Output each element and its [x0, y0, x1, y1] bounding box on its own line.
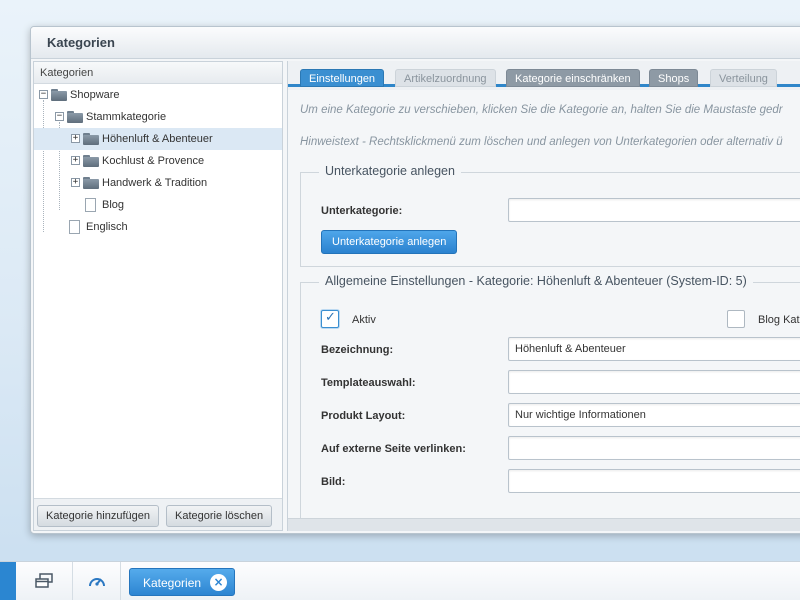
tree-item-label: Stammkategorie — [86, 111, 167, 123]
folder-icon — [83, 155, 99, 167]
taskbar-separator — [120, 562, 121, 600]
taskbar-separator — [72, 562, 73, 600]
delete-category-button[interactable]: Kategorie löschen — [166, 505, 273, 527]
tree-item-label: Handwerk & Tradition — [102, 177, 208, 189]
aktiv-checkbox[interactable]: ✓ — [321, 310, 339, 328]
taskbar: Kategorien × — [0, 561, 800, 600]
tree-item-hoehenluft[interactable]: + Höhenluft & Abenteuer — [34, 128, 282, 150]
bezeichnung-label: Bezeichnung: — [321, 344, 394, 356]
folder-icon — [67, 111, 83, 123]
subcategory-fieldset: Unterkategorie anlegen Unterkategorie: U… — [300, 164, 800, 267]
aktiv-label: Aktiv — [352, 314, 376, 326]
general-settings-legend: Allgemeine Einstellungen - Kategorie: Hö… — [319, 274, 753, 288]
settings-content[interactable]: Um eine Kategorie zu verschieben, klicke… — [288, 90, 800, 518]
template-label: Templateauswahl: — [321, 377, 416, 389]
tree-panel-header: Kategorien — [34, 62, 282, 84]
move-hint-text: Um eine Kategorie zu verschieben, klicke… — [300, 104, 783, 116]
create-subcategory-button[interactable]: Unterkategorie anlegen — [321, 230, 458, 254]
expand-icon[interactable]: + — [71, 134, 80, 143]
taskbar-accent — [0, 562, 16, 600]
windows-icon[interactable] — [34, 572, 54, 593]
tree-item-label: Kochlust & Provence — [102, 155, 205, 167]
tree-item-label: Englisch — [86, 221, 128, 233]
window-title: Kategorien — [47, 35, 115, 50]
dashboard-icon[interactable] — [87, 572, 107, 593]
page-icon — [69, 220, 80, 234]
tab-artikelzuordnung[interactable]: Artikelzuordnung — [395, 69, 496, 87]
external-link-label: Auf externe Seite verlinken: — [321, 443, 466, 455]
tree-item-stammkategorie[interactable]: − Stammkategorie — [34, 106, 282, 128]
folder-icon — [83, 133, 99, 145]
add-category-button[interactable]: Kategorie hinzufügen — [37, 505, 159, 527]
category-tree: − Shopware − Stammkategorie + Höhenluft … — [34, 84, 282, 238]
blog-category-label: Blog Kate — [758, 314, 800, 326]
tab-kategorie-einschraenken[interactable]: Kategorie einschränken — [506, 69, 640, 87]
tree-item-englisch[interactable]: Englisch — [34, 216, 282, 238]
tree-item-blog[interactable]: Blog — [34, 194, 282, 216]
produkt-layout-label: Produkt Layout: — [321, 410, 406, 422]
template-select[interactable] — [508, 370, 800, 394]
tab-shops[interactable]: Shops — [649, 69, 699, 87]
expand-icon[interactable]: + — [71, 156, 80, 165]
tree-item-label: Blog — [102, 199, 125, 211]
page-icon — [85, 198, 96, 212]
category-tree-panel: Kategorien − Shopware − Stammkategorie +… — [33, 61, 283, 531]
expand-icon[interactable]: + — [71, 178, 80, 187]
bild-input[interactable] — [508, 469, 800, 493]
general-settings-fieldset: Allgemeine Einstellungen - Kategorie: Hö… — [300, 274, 800, 518]
taskbar-task-kategorien[interactable]: Kategorien × — [129, 568, 235, 596]
blog-category-checkbox[interactable] — [727, 310, 745, 328]
bezeichnung-input[interactable] — [508, 337, 800, 361]
collapse-icon[interactable]: − — [39, 90, 48, 99]
task-label: Kategorien — [143, 576, 202, 590]
checkmark-icon: ✓ — [325, 310, 336, 325]
collapse-icon[interactable]: − — [55, 112, 64, 121]
subcategory-legend: Unterkategorie anlegen — [319, 164, 461, 178]
tree-item-label: Shopware — [70, 89, 120, 101]
categories-window: Kategorien Kategorien − Shopware − Stamm… — [30, 26, 800, 534]
subcategory-label: Unterkategorie: — [321, 205, 403, 217]
tab-bar: Einstellungen Artikelzuordnung Kategorie… — [288, 61, 800, 87]
category-detail-panel: Einstellungen Artikelzuordnung Kategorie… — [287, 61, 800, 531]
tree-item-handwerk[interactable]: + Handwerk & Tradition — [34, 172, 282, 194]
bild-label: Bild: — [321, 476, 346, 488]
panel-bottom-bar — [288, 518, 800, 531]
subcategory-input[interactable] — [508, 198, 800, 222]
tree-item-shopware[interactable]: − Shopware — [34, 84, 282, 106]
tab-verteilung[interactable]: Verteilung — [710, 69, 777, 87]
tree-panel-footer: Kategorie hinzufügen Kategorie löschen — [34, 498, 282, 530]
produkt-layout-select[interactable] — [508, 403, 800, 427]
tree-item-kochlust[interactable]: + Kochlust & Provence — [34, 150, 282, 172]
context-hint-text: Hinweistext - Rechtsklickmenü zum lösche… — [300, 136, 783, 148]
folder-icon — [51, 89, 67, 101]
tab-einstellungen[interactable]: Einstellungen — [300, 69, 385, 87]
folder-icon — [83, 177, 99, 189]
close-icon[interactable]: × — [210, 574, 227, 591]
tree-item-label: Höhenluft & Abenteuer — [102, 133, 213, 145]
window-header[interactable]: Kategorien — [31, 27, 800, 59]
external-link-input[interactable] — [508, 436, 800, 460]
